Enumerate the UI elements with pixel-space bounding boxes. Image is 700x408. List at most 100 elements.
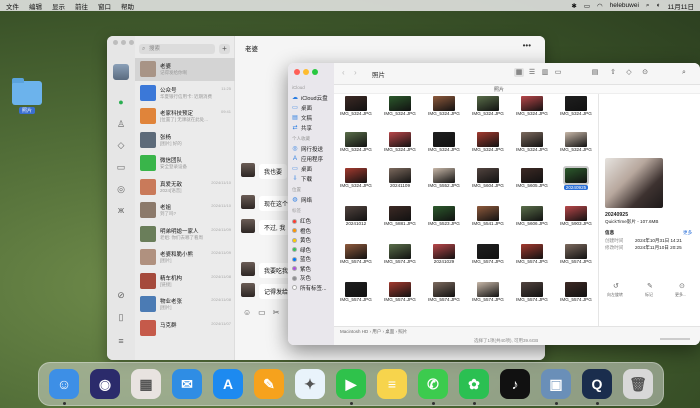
chat-list-item[interactable]: 明弟明媳一家人 老姐: 你们去哪了看周 2024/11/09	[135, 223, 235, 246]
file-item[interactable]: IMG_5574.JPG	[378, 244, 422, 265]
more-icon[interactable]: ⊙	[679, 282, 685, 290]
trash-icon[interactable]: 🗑	[623, 369, 653, 399]
file-item[interactable]: IMG_5574.JPG	[422, 282, 466, 303]
file-item[interactable]: IMG_5324.JPG	[422, 96, 466, 117]
more-icon[interactable]: •••	[523, 41, 531, 50]
menu-help[interactable]: 帮助	[121, 1, 134, 11]
launchpad-icon[interactable]: ▦	[131, 369, 161, 399]
file-item[interactable]: IMG_5552.JPG	[422, 168, 466, 189]
forward-icon[interactable]: ›	[354, 68, 357, 77]
chat-list-item[interactable]: 精车机构 [链接] 2024/11/08	[135, 270, 235, 293]
sidebar-tag[interactable]: 黄色	[292, 236, 311, 244]
sidebar-item[interactable]: ▤ 文稿	[292, 114, 312, 122]
tiktok-icon[interactable]: ♪	[500, 369, 530, 399]
action-icon[interactable]: ⊙	[640, 68, 650, 77]
column-view-icon[interactable]: ▥	[540, 68, 550, 77]
file-item[interactable]: IMG_5605.JPG	[510, 168, 554, 189]
wechat-icon[interactable]: ✿	[459, 369, 489, 399]
file-item[interactable]: 20241029	[422, 244, 466, 265]
zoom-button[interactable]	[129, 40, 134, 45]
zoom-button[interactable]	[312, 69, 318, 75]
finder-icon[interactable]: ☺	[49, 369, 79, 399]
add-button[interactable]: +	[219, 44, 230, 54]
sidebar-item[interactable]: ▭ 桌面	[292, 104, 312, 112]
chat-list-item[interactable]: 老婆和脆小熊 [图片] 2024/11/09	[135, 246, 235, 269]
sidebar-tag[interactable]: 蓝色	[292, 255, 311, 263]
file-item[interactable]: IMG_5324.JPG	[334, 168, 378, 189]
file-item[interactable]: IMG_5324.JPG	[554, 132, 598, 153]
file-item[interactable]: IMG_5324.JPG	[378, 132, 422, 153]
minimize-button[interactable]	[121, 40, 126, 45]
file-item[interactable]: IMG_5324.JPG	[378, 96, 422, 117]
file-item[interactable]: IMG_5574.JPG	[554, 244, 598, 265]
emoji-icon[interactable]: ☺	[243, 308, 251, 317]
back-icon[interactable]: ‹	[342, 68, 345, 77]
tag-icon[interactable]: ◇	[624, 68, 634, 77]
avatar[interactable]	[241, 163, 255, 177]
avatar[interactable]	[241, 195, 255, 209]
rotate-icon[interactable]: ↺	[613, 282, 619, 290]
file-item[interactable]: IMG_5606.JPG	[510, 206, 554, 227]
favorites-icon[interactable]: ◇	[116, 140, 126, 150]
channels-icon[interactable]: ж	[116, 205, 126, 215]
app-store-icon[interactable]: A	[213, 369, 243, 399]
path-breadcrumb[interactable]: Macintosh HD › 用户 › 桌面 › 照片	[340, 329, 407, 335]
menu-window[interactable]: 窗口	[98, 1, 111, 11]
chat-list-item[interactable]: 马克群 2024/11/07	[135, 317, 235, 340]
file-item[interactable]: 20241109	[378, 168, 422, 189]
file-item[interactable]: IMG_5574.JPG	[510, 282, 554, 303]
sidebar-item[interactable]: ◎ 网行投送	[292, 145, 323, 153]
sidebar-item[interactable]: ⇩ 下载	[292, 175, 312, 183]
chat-list-item[interactable]: 老婆 记得发给你啊	[135, 58, 235, 81]
chat-list-item[interactable]: 物业老张 [图片] 2024/11/08	[135, 293, 235, 316]
file-item[interactable]: IMG_5574.JPG	[334, 244, 378, 265]
contacts-icon[interactable]: ♙	[116, 119, 126, 129]
search-input[interactable]: ⌕ 搜索	[139, 44, 215, 54]
file-item[interactable]: IMG_5324.JPG	[334, 132, 378, 153]
chat-list-item[interactable]: 微信团队 安全登录设备	[135, 152, 235, 175]
preview-icon[interactable]: ▣	[541, 369, 571, 399]
scissors-icon[interactable]: ✂	[273, 308, 280, 317]
menu-view[interactable]: 显示	[52, 1, 65, 11]
menu-edit[interactable]: 编辑	[29, 1, 42, 11]
chat-list-item[interactable]: 老姐 到了吗? 2024/11/10	[135, 199, 235, 222]
file-item[interactable]: IMG_5604.JPG	[466, 168, 510, 189]
message-bubble[interactable]: 我也要	[259, 164, 288, 179]
avatar[interactable]	[241, 219, 255, 233]
menu-icon[interactable]: ≡	[116, 336, 126, 346]
notes-icon[interactable]: ≡	[377, 369, 407, 399]
phone-icon[interactable]: ▯	[116, 312, 126, 322]
icon-size-slider[interactable]	[660, 338, 690, 340]
file-item[interactable]: IMG_5574.JPG	[334, 282, 378, 303]
avatar[interactable]	[113, 64, 129, 80]
group-icon[interactable]: ▤	[590, 68, 600, 77]
chat-list-item[interactable]: 公众号 华夏银行信用卡: 近期消费 11:25	[135, 82, 235, 105]
desktop-folder[interactable]: 照片	[10, 78, 44, 114]
sidebar-tag[interactable]: 红色	[292, 217, 311, 225]
sidebar-item[interactable]: A 应用程序	[292, 155, 323, 163]
sidebar-tag[interactable]: 绿色	[292, 246, 311, 254]
chat-list-item[interactable]: 张杨 [图片] 好的	[135, 129, 235, 152]
pages-icon[interactable]: ✎	[254, 369, 284, 399]
safari-icon[interactable]: ✦	[295, 369, 325, 399]
share-icon[interactable]: ⇧	[608, 68, 618, 77]
close-button[interactable]	[294, 69, 300, 75]
chat-list-item[interactable]: 老家科技预定 [位置了] 无课就在此处... 09:41	[135, 105, 235, 128]
chat-icon[interactable]: ●	[116, 97, 126, 107]
more-link[interactable]: 更多	[683, 230, 692, 236]
file-item[interactable]: IMG_5541.JPG	[466, 206, 510, 227]
siri-icon[interactable]: ◉	[90, 369, 120, 399]
facetime-icon[interactable]: ▶	[336, 369, 366, 399]
avatar[interactable]	[241, 283, 255, 297]
file-item[interactable]: IMG_5523.JPG	[422, 206, 466, 227]
file-item[interactable]: IMG_5881.JPG	[378, 206, 422, 227]
file-item[interactable]: IMG_5574.JPG	[466, 244, 510, 265]
wifi-icon[interactable]: ◠	[597, 2, 603, 10]
file-item[interactable]: IMG_5324.JPG	[466, 96, 510, 117]
minimize-button[interactable]	[303, 69, 309, 75]
menubar-username[interactable]: helebuwei	[610, 2, 639, 9]
sidebar-tag[interactable]: 紫色	[292, 265, 311, 273]
file-item[interactable]: IMG_5324.JPG	[510, 96, 554, 117]
menu-go[interactable]: 前往	[75, 1, 88, 11]
menu-file[interactable]: 文件	[6, 1, 19, 11]
